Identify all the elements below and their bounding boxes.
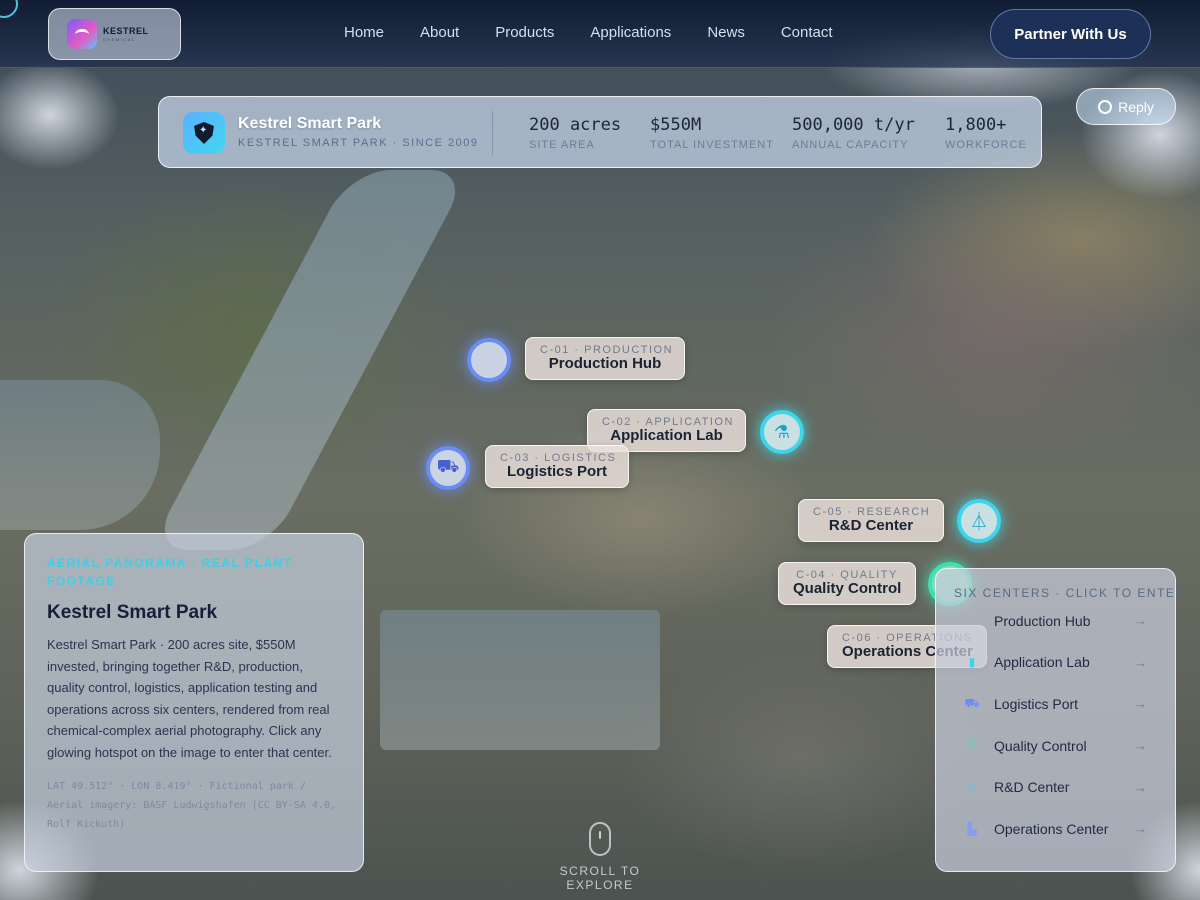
hotspot-card-rd-center[interactable]: C-05 · RESEARCH R&D Center [798,499,944,542]
reply-icon [1098,99,1113,114]
arrow-right-icon: → [1134,821,1147,837]
nav-products[interactable]: Products [477,24,572,41]
scroll-label: SCROLL TO EXPLORE [559,864,641,892]
reply-label: Reply [1118,98,1154,115]
hotspot-rd-center[interactable]: ⏃ [957,499,1001,543]
hotspot-application-lab[interactable]: ⚗ [760,410,804,454]
arrow-right-icon: → [1134,738,1147,754]
park-title: Kestrel Smart Park [238,115,382,132]
hotspot-production-hub[interactable] [467,338,511,382]
river-branch [0,380,160,530]
chart-bars-icon: ▙ [967,821,977,836]
truck-icon: ⛟ [436,456,460,476]
nav-home[interactable]: Home [326,24,402,41]
center-item-operations-center[interactable]: ▙ Operations Center → [954,808,1157,850]
hotspot-card-quality-control[interactable]: C-04 · QUALITY Quality Control [778,562,916,605]
hotspot-logistics-port[interactable]: ⛟ [426,446,470,490]
arrow-right-icon: → [1134,779,1147,795]
mouse-scroll-icon [589,822,611,856]
center-item-quality-control[interactable]: ⛉ Quality Control → [954,725,1157,767]
shield-check-icon: ⛉ [967,738,977,753]
nav-applications[interactable]: Applications [572,24,689,41]
intro-title: Kestrel Smart Park [47,602,218,623]
hotspot-card-production-hub[interactable]: C-01 · PRODUCTION Production Hub [525,337,685,380]
shield-icon [194,122,214,144]
centers-header: SIX CENTERS · CLICK TO ENTER [954,586,1186,600]
nav-about[interactable]: About [402,24,477,41]
partner-with-us-button[interactable]: Partner With Us [990,9,1151,59]
hotspot-card-logistics-port[interactable]: C-03 · LOGISTICS Logistics Port [485,445,629,488]
reply-button[interactable]: Reply [1076,88,1176,125]
stat-total-investment: $550M TOTAL INVESTMENT [650,115,774,151]
main-nav: Home About Products Applications News Co… [326,24,851,41]
park-badge [183,112,225,154]
scroll-cue[interactable]: SCROLL TO EXPLORE [530,822,670,892]
stat-workforce: 1,800+ WORKFORCE [945,115,1027,151]
intro-credits: LAT 49.512° · LON 8.419° · Fictional par… [47,781,336,830]
intro-description: Kestrel Smart Park · 200 acres site, $55… [47,637,332,760]
truck-icon: ⛟ [964,695,980,710]
six-centers-panel: SIX CENTERS · CLICK TO ENTER Production … [935,568,1186,872]
park-subtitle: KESTREL SMART PARK · SINCE 2009 [238,137,479,149]
arrow-right-icon: → [1134,613,1147,629]
brand-logo[interactable]: KESTREL CHEMICAL [48,8,181,60]
logo-subtitle: CHEMICAL [103,36,136,42]
center-item-application-lab[interactable]: ▮ Application Lab → [954,642,1157,684]
center-item-rd-center[interactable]: ⏃ R&D Center → [954,766,1157,808]
test-tube-icon: ⚗ [773,421,791,442]
intro-kicker: AERIAL PANORAMA · REAL PLANT FOOTAGE [47,556,293,588]
center-item-logistics-port[interactable]: ⛟ Logistics Port → [954,683,1157,725]
factory-icon [964,613,980,629]
arrow-right-icon: → [1134,696,1147,712]
cloud-haze [0,60,120,170]
top-navigation-bar: KESTREL CHEMICAL Home About Products App… [0,0,1200,68]
harbor-basin [380,610,660,750]
park-stats-bar: Kestrel Smart Park KESTREL SMART PARK · … [158,96,1042,168]
flask-icon: ⏃ [965,780,978,795]
intro-panel: AERIAL PANORAMA · REAL PLANT FOOTAGE Kes… [24,533,364,872]
test-tube-icon: ▮ [968,655,976,670]
nav-news[interactable]: News [689,24,763,41]
kestrel-logo-icon [67,19,97,49]
center-item-production-hub[interactable]: Production Hub → [954,600,1157,642]
arrow-right-icon: → [1134,654,1147,670]
corner-indicator-icon [0,0,18,18]
divider [492,111,493,155]
river [148,170,472,550]
logo-name: KESTREL [103,25,149,36]
nav-contact[interactable]: Contact [763,24,851,41]
flask-icon: ⏃ [970,512,988,532]
stat-annual-capacity: 500,000 t/yr ANNUAL CAPACITY [792,115,915,151]
stat-site-area: 200 acres SITE AREA [529,115,622,151]
